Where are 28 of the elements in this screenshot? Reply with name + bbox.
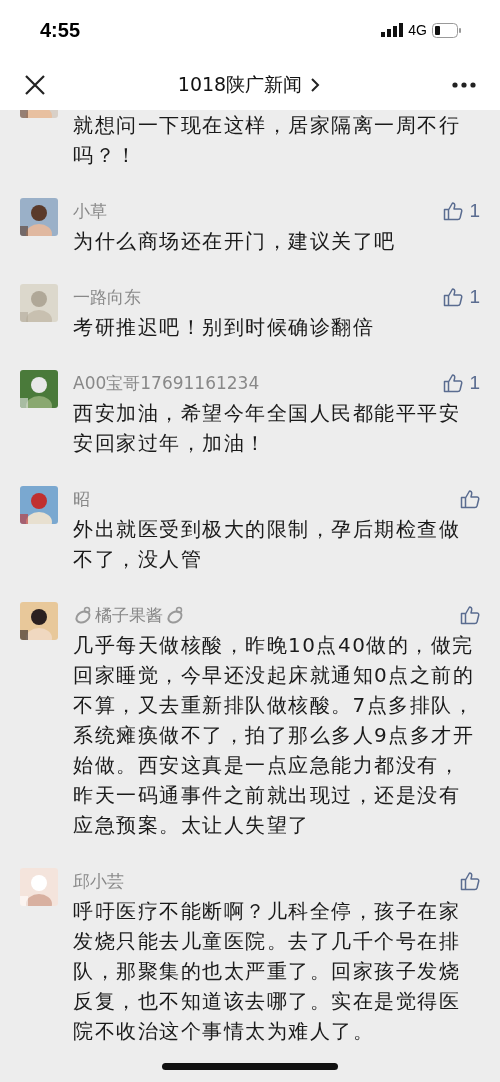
commenter-name[interactable]: 昭 <box>73 487 90 511</box>
commenter-name[interactable]: A00宝哥17691161234 <box>73 371 260 395</box>
like-button[interactable] <box>460 605 480 625</box>
ring-icon <box>165 605 185 625</box>
commenter-name[interactable]: 一路向东 <box>73 285 141 309</box>
chevron-icon[interactable] <box>310 77 321 93</box>
like-button[interactable] <box>460 871 480 891</box>
comment-text: 呼吁医疗不能断啊？儿科全停，孩子在家发烧只能去儿童医院。去了几千个号在排队，那聚集的也太严重了。回家孩子发烧反复，也不知道该去哪了。实在是觉得医院不收治这个事情太为难人了。 <box>73 898 461 1045</box>
commenter-name[interactable]: 小草 <box>73 199 107 223</box>
commenter-name[interactable]: 橘子果酱 <box>95 603 163 627</box>
comment-text: 西安加油，希望今年全国人民都能平平安安回家过年，加油！ <box>73 400 461 457</box>
comment-text: 几乎每天做核酸，昨晚10点40做的，做完回家睡觉，今早还没起床就通知0点之前的不算，又去重新排队做核酸。7点多排队，系统瘫痪做不了，拍了那么多人9点多才开始做。西安这真是一点应急能力都没有，昨天一码通事件之前就出现过，还是没有应急预案。太让人失望了 <box>73 632 476 839</box>
comment-text: 就想问一下现在这样，居家隔离一周不行吗？！ <box>73 112 461 169</box>
battery-icon <box>432 22 462 38</box>
status-time: 4:55 <box>40 18 81 42</box>
like-button[interactable]: 1 <box>443 200 480 222</box>
like-button[interactable] <box>460 489 480 509</box>
account-title[interactable]: 1018陕广新闻 <box>177 72 303 98</box>
like-button[interactable]: 1 <box>443 372 480 394</box>
comment-text: 为什么商场还在开门，建议关了吧 <box>73 228 397 255</box>
more-icon[interactable] <box>452 82 476 88</box>
comment-text: 考研推迟吧！别到时候确诊翻倍 <box>73 314 375 341</box>
commenter-name[interactable]: 邱小芸 <box>73 869 124 893</box>
network-label: 4G <box>408 22 427 38</box>
close-icon[interactable] <box>24 74 46 96</box>
like-button[interactable]: 1 <box>443 286 480 308</box>
comment-text: 外出就医受到极大的限制，孕后期检查做不了，没人管 <box>73 516 461 573</box>
signal-icon <box>381 23 404 37</box>
